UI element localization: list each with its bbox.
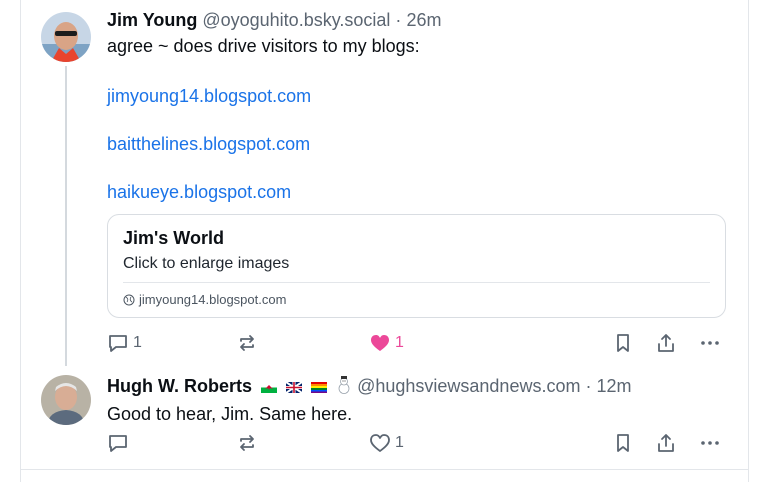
thread-line [65,66,67,366]
link-baitthelines[interactable]: baitthelines.blogspot.com [107,133,310,155]
wales-flag-icon [261,376,278,398]
post-time[interactable]: 26m [406,10,441,30]
bookmark-button[interactable] [612,332,634,354]
repost-icon [240,335,254,351]
bookmark-icon [617,434,629,452]
post-jim-young: Jim Young @oyoguhito.bsky.social · 26m a… [107,9,740,57]
post-hugh-roberts: Hugh W. Roberts @hughsviewsandnews.com ·… [107,375,740,425]
separator: · [585,376,592,396]
card-domain-text: jimyoung14.blogspot.com [139,292,287,307]
like-icon [370,434,390,452]
share-button[interactable] [655,332,677,354]
post1-actions: 1 1 [107,332,723,356]
reply-button[interactable]: 1 [107,332,142,354]
post2-actions: 1 [107,432,723,456]
more-button[interactable] [699,432,721,454]
link-preview-card[interactable]: Jim's World Click to enlarge images jimy… [107,214,726,318]
like-icon [371,335,389,351]
reply-count: 1 [133,334,142,351]
post-text: agree ~ does drive visitors to my blogs: [107,36,420,56]
share-icon [658,434,674,452]
like-button[interactable]: 1 [369,332,404,354]
like-count: 1 [395,334,404,351]
more-icon [701,341,719,345]
reply-icon [109,435,127,452]
post-text: Good to hear, Jim. Same here. [107,403,353,424]
card-divider [123,282,710,283]
author-handle[interactable]: @hughsviewsandnews.com [357,376,580,396]
link-haikueye[interactable]: haikueye.blogspot.com [107,181,291,203]
more-icon [701,441,719,445]
like-button[interactable]: 1 [369,432,404,454]
separator: · [395,10,402,30]
reply-button[interactable] [107,432,133,454]
repost-button[interactable] [236,332,258,354]
share-button[interactable] [655,432,677,454]
reply-icon [109,335,127,352]
link-jimyoung14[interactable]: jimyoung14.blogspot.com [107,85,311,107]
rainbow-flag-icon [311,376,328,398]
bookmark-button[interactable] [612,432,634,454]
author-name[interactable]: Jim Young [107,10,197,30]
uk-flag-icon [285,376,303,398]
divider [20,469,748,470]
globe-icon [123,294,135,305]
post-header: Jim Young @oyoguhito.bsky.social · 26m [107,9,740,31]
bookmark-icon [617,334,629,352]
card-domain: jimyoung14.blogspot.com [123,292,286,307]
avatar-hugh-roberts[interactable] [41,375,91,425]
post-time[interactable]: 12m [597,376,632,396]
card-description: Click to enlarge images [123,255,290,272]
card-title: Jim's World [123,228,224,248]
repost-icon [240,435,254,451]
repost-button[interactable] [236,432,258,454]
share-icon [658,334,674,352]
author-handle[interactable]: @oyoguhito.bsky.social [202,10,390,30]
more-button[interactable] [699,332,721,354]
post-header: Hugh W. Roberts @hughsviewsandnews.com ·… [107,375,740,399]
author-name[interactable]: Hugh W. Roberts [107,376,252,396]
avatar-jim-young[interactable] [41,12,91,62]
like-count: 1 [395,434,404,451]
snowman-icon [336,375,352,399]
